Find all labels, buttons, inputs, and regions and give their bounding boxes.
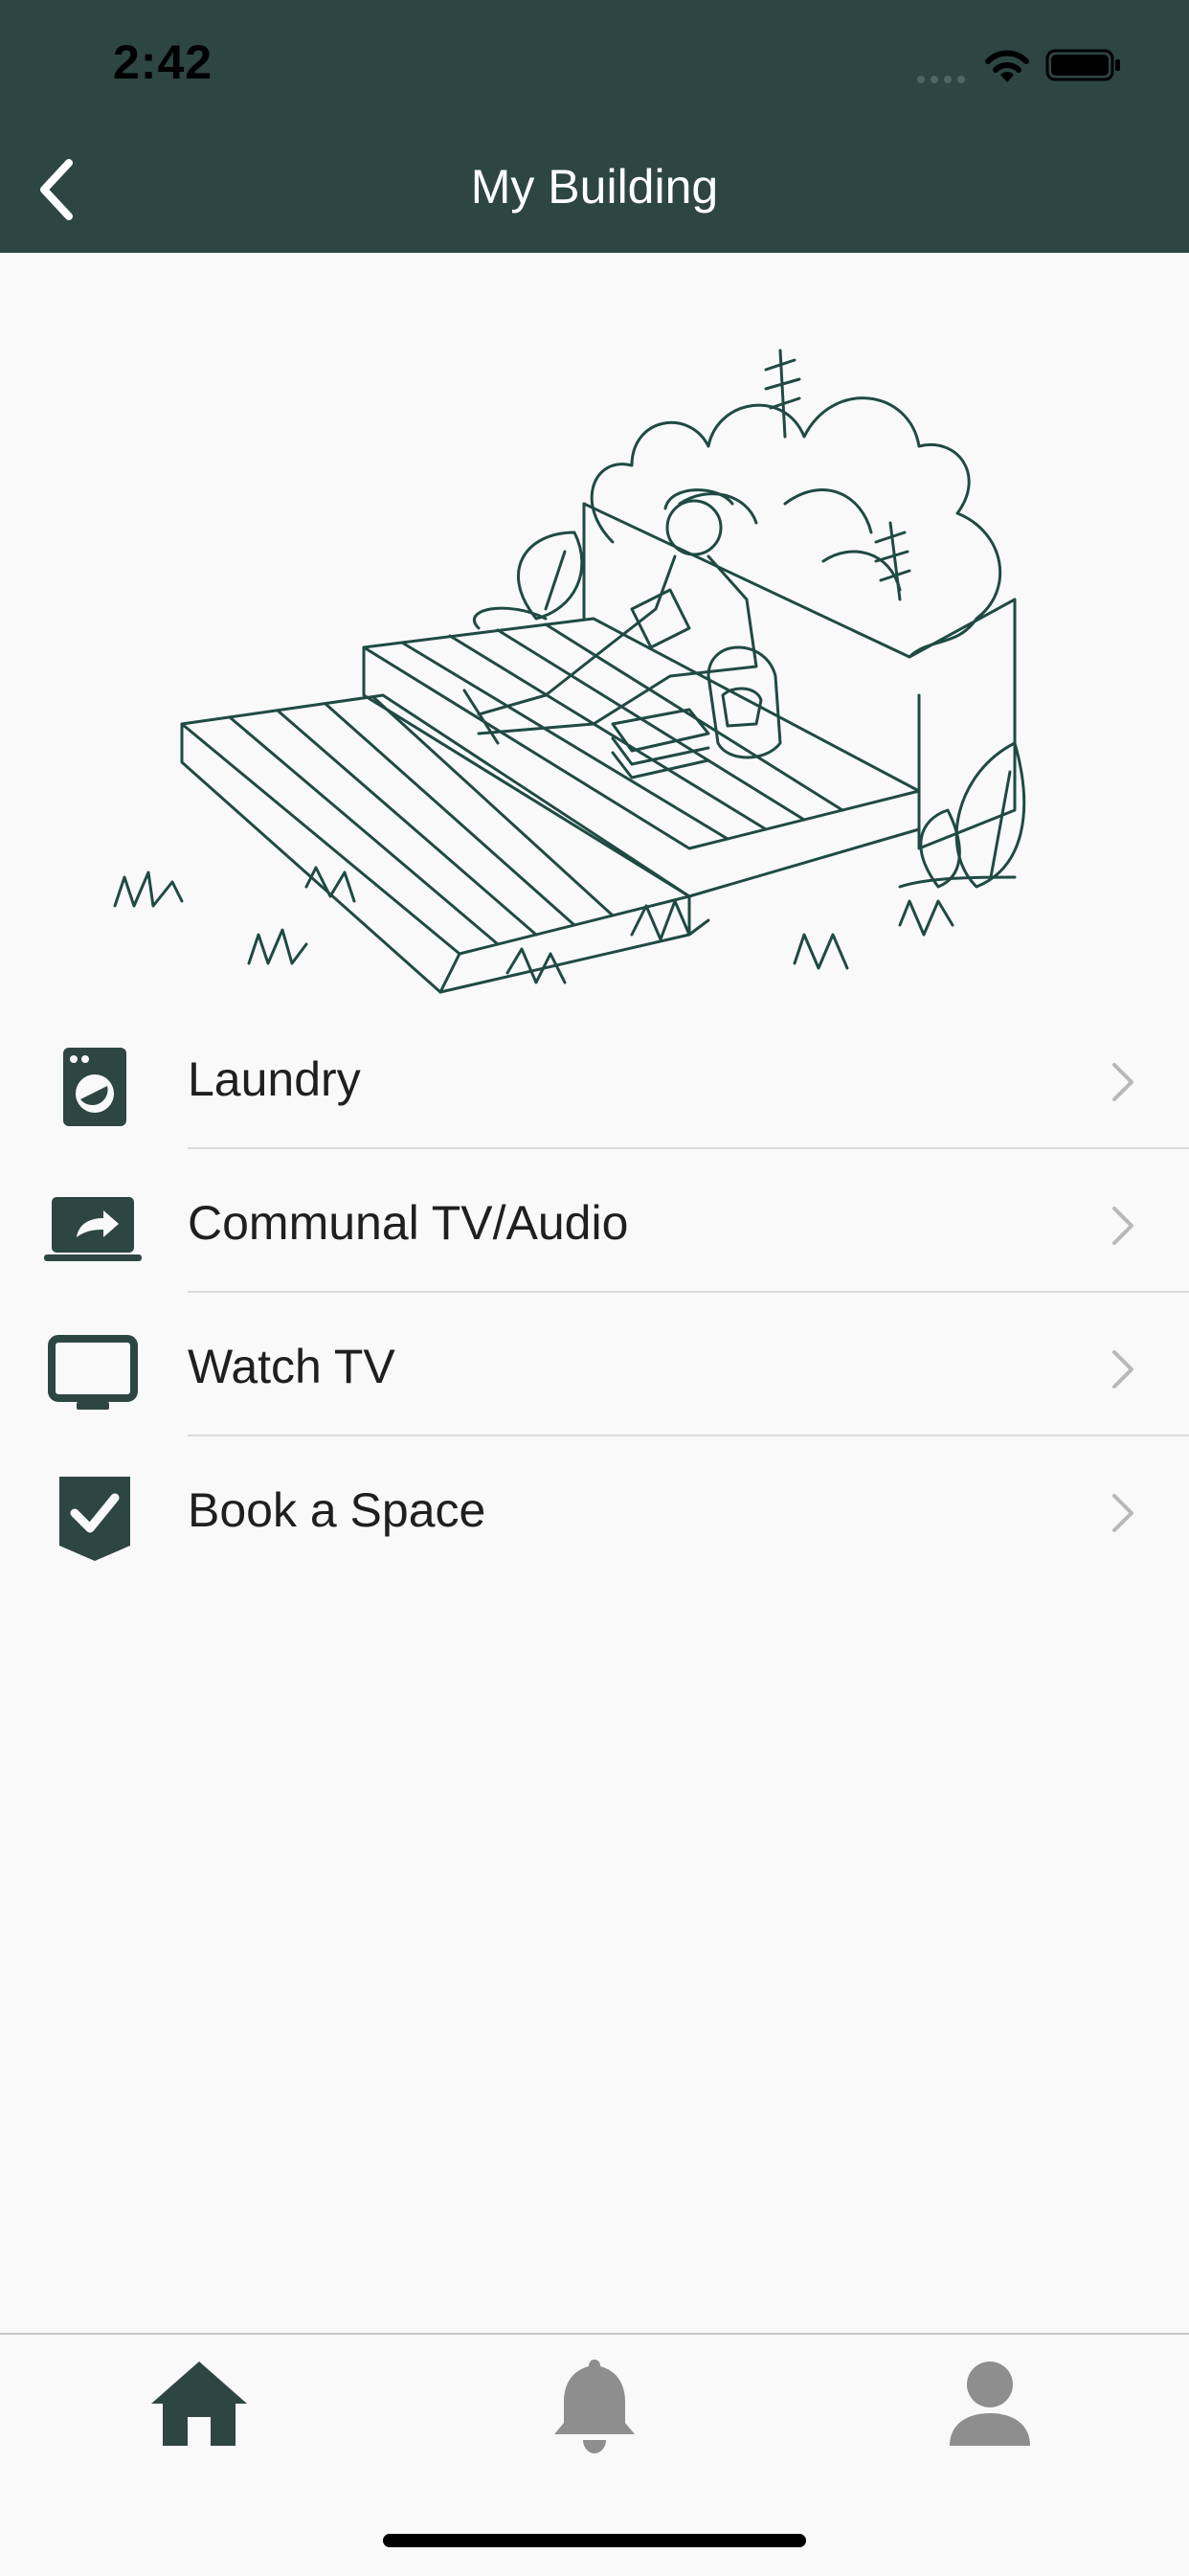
- screen-share-icon: [44, 1197, 142, 1261]
- wifi-icon: [985, 50, 1029, 82]
- chevron-right-icon: [1112, 1494, 1133, 1532]
- tv-icon: [48, 1335, 138, 1410]
- battery-icon: [1045, 49, 1120, 81]
- tab-home[interactable]: [142, 2354, 257, 2459]
- home-indicator: [383, 2534, 806, 2547]
- menu-item-communal-tv[interactable]: Communal TV/Audio: [0, 1149, 1189, 1293]
- menu-item-book-space[interactable]: Book a Space: [0, 1436, 1189, 1580]
- checkmark-badge-icon: [59, 1477, 130, 1561]
- menu-item-watch-tv[interactable]: Watch TV: [0, 1293, 1189, 1436]
- menu-item-label: Laundry: [188, 1052, 361, 1106]
- chevron-right-icon: [1112, 1350, 1133, 1389]
- building-menu: Laundry Communal TV/Audio Watch TV Book …: [0, 1006, 1189, 1580]
- menu-item-laundry[interactable]: Laundry: [0, 1006, 1189, 1149]
- nav-header: 2:42 My Building: [0, 0, 1189, 253]
- signal-icon: [917, 71, 971, 83]
- home-icon: [151, 2361, 247, 2446]
- chevron-right-icon: [1112, 1207, 1133, 1245]
- tab-notifications[interactable]: [537, 2354, 652, 2459]
- bell-icon: [554, 2360, 635, 2453]
- status-icons: [917, 44, 1128, 86]
- person-icon: [950, 2361, 1030, 2446]
- menu-item-label: Communal TV/Audio: [188, 1196, 629, 1250]
- chevron-right-icon: [1112, 1063, 1133, 1101]
- building-illustration: [113, 349, 1026, 994]
- tab-profile[interactable]: [932, 2354, 1047, 2459]
- menu-item-label: Book a Space: [188, 1483, 486, 1537]
- page-title: My Building: [470, 160, 719, 214]
- washing-machine-icon: [63, 1048, 126, 1126]
- menu-item-label: Watch TV: [188, 1340, 395, 1393]
- status-time: 2:42: [113, 35, 213, 89]
